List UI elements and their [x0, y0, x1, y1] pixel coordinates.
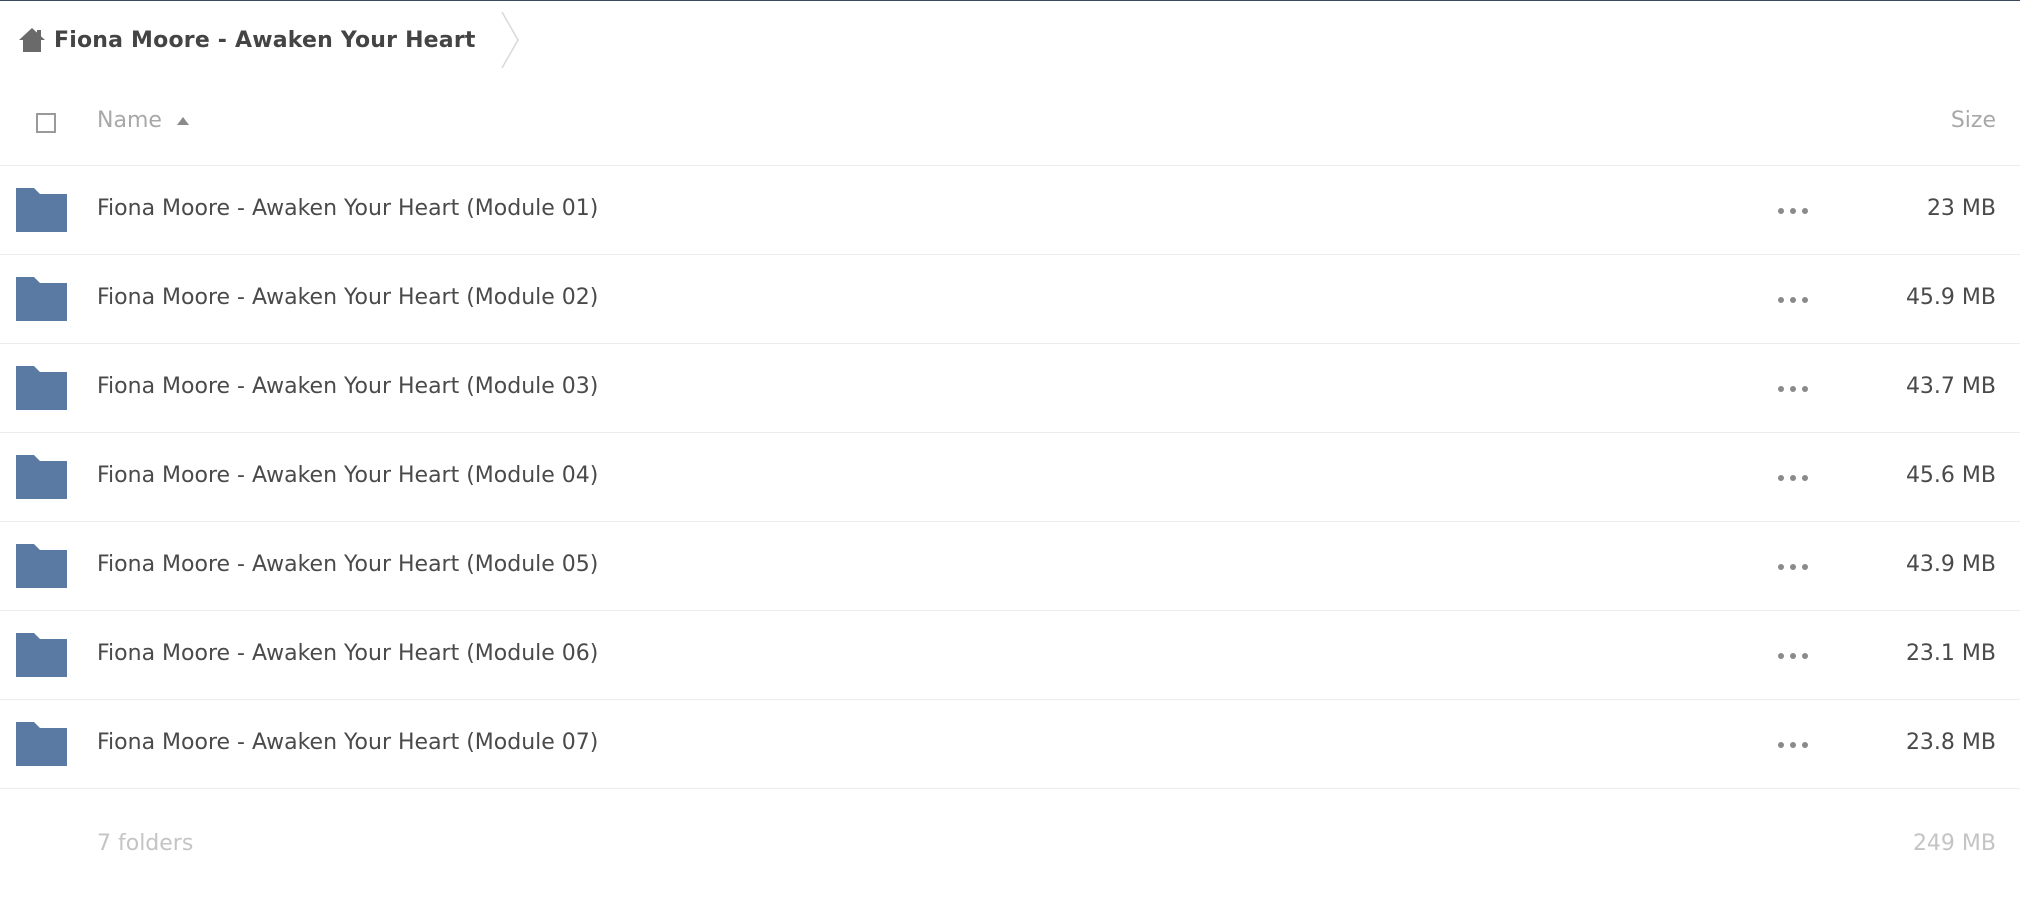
more-options-icon[interactable]	[1778, 733, 1808, 757]
summary-folder-count: 7 folders	[97, 831, 194, 856]
row-size: 45.6 MB	[1905, 463, 1996, 488]
table-row[interactable]: Fiona Moore - Awaken Your Heart (Module …	[0, 344, 2020, 433]
select-all-checkbox[interactable]	[36, 113, 56, 133]
folder-icon	[16, 544, 67, 588]
folder-icon	[16, 277, 67, 321]
breadcrumb: Fiona Moore - Awaken Your Heart	[18, 1, 522, 79]
table-row[interactable]: Fiona Moore - Awaken Your Heart (Module …	[0, 255, 2020, 344]
column-header-size[interactable]: Size	[1951, 108, 1996, 133]
more-options-icon[interactable]	[1778, 555, 1808, 579]
row-size: 23.8 MB	[1905, 730, 1996, 755]
sort-ascending-icon	[176, 116, 189, 125]
row-size: 45.9 MB	[1905, 285, 1996, 310]
row-name[interactable]: Fiona Moore - Awaken Your Heart (Module …	[97, 285, 598, 310]
more-options-icon[interactable]	[1778, 644, 1808, 668]
row-size: 23.1 MB	[1905, 641, 1996, 666]
table-row[interactable]: Fiona Moore - Awaken Your Heart (Module …	[0, 611, 2020, 700]
table-row[interactable]: Fiona Moore - Awaken Your Heart (Module …	[0, 700, 2020, 789]
column-header-name[interactable]: Name	[97, 108, 190, 133]
file-table: Name Size Fiona Moore - Awaken Your Hear…	[0, 80, 2020, 879]
row-name[interactable]: Fiona Moore - Awaken Your Heart (Module …	[97, 552, 598, 577]
folder-icon	[16, 455, 67, 499]
row-name[interactable]: Fiona Moore - Awaken Your Heart (Module …	[97, 463, 598, 488]
row-name[interactable]: Fiona Moore - Awaken Your Heart (Module …	[97, 196, 598, 221]
summary-total-size: 249 MB	[1912, 831, 1996, 856]
table-row[interactable]: Fiona Moore - Awaken Your Heart (Module …	[0, 522, 2020, 611]
folder-icon	[16, 633, 67, 677]
row-name[interactable]: Fiona Moore - Awaken Your Heart (Module …	[97, 374, 598, 399]
more-options-icon[interactable]	[1778, 466, 1808, 490]
more-options-icon[interactable]	[1778, 288, 1808, 312]
column-name-label: Name	[97, 108, 162, 133]
breadcrumb-separator-icon	[500, 11, 519, 69]
table-header: Name Size	[0, 80, 2020, 166]
row-name[interactable]: Fiona Moore - Awaken Your Heart (Module …	[97, 730, 598, 755]
row-size: 43.9 MB	[1905, 552, 1996, 577]
home-icon[interactable]	[18, 27, 46, 53]
folder-icon	[16, 722, 67, 766]
row-size: 43.7 MB	[1905, 374, 1996, 399]
row-size: 23 MB	[1926, 196, 1996, 221]
folder-icon	[16, 188, 67, 232]
table-row[interactable]: Fiona Moore - Awaken Your Heart (Module …	[0, 433, 2020, 522]
table-summary: 7 folders 249 MB	[0, 789, 2020, 879]
table-row[interactable]: Fiona Moore - Awaken Your Heart (Module …	[0, 166, 2020, 255]
breadcrumb-current[interactable]: Fiona Moore - Awaken Your Heart	[54, 28, 476, 53]
more-options-icon[interactable]	[1778, 377, 1808, 401]
more-options-icon[interactable]	[1778, 199, 1808, 223]
folder-icon	[16, 366, 67, 410]
row-name[interactable]: Fiona Moore - Awaken Your Heart (Module …	[97, 641, 598, 666]
